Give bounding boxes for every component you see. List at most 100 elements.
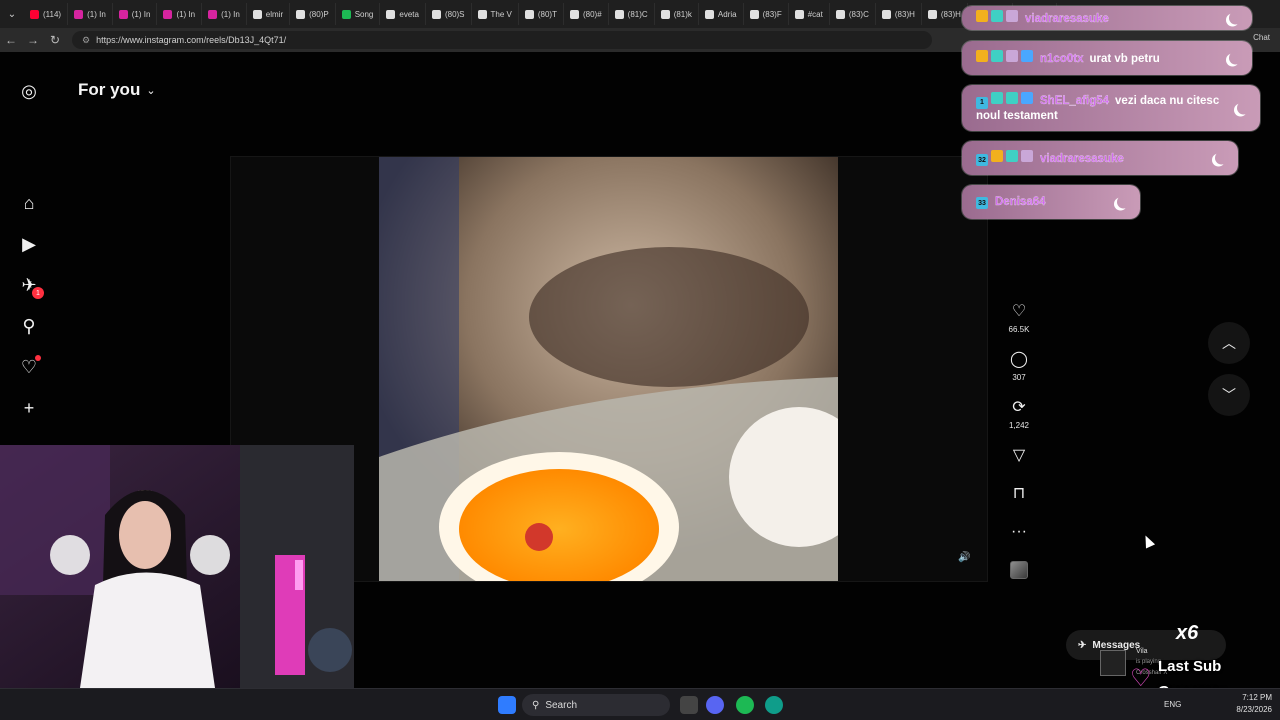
browser-tab[interactable]: (1) In [157,3,203,25]
chat-button[interactable]: Chat [1253,33,1270,42]
reload-icon[interactable]: ↻ [44,33,66,47]
language-indicator[interactable]: ENG [1164,700,1181,709]
discord-icon[interactable] [706,696,724,714]
tab-favicon-icon [431,9,441,19]
instagram-logo-icon[interactable]: ◎ [18,80,40,102]
browser-tab[interactable]: (80)P [290,3,336,25]
tab-label: (114) [43,9,62,19]
mute-icon[interactable]: 🔊 [958,552,972,566]
tab-favicon-icon [794,9,804,19]
browser-tab[interactable]: (1) In [68,3,113,25]
tab-favicon-icon [614,9,624,19]
moon-icon [1117,196,1130,209]
tab-label: (81)k [673,9,692,19]
browser-tab[interactable]: (80)T [519,3,564,25]
tab-favicon-icon [252,9,262,19]
feed-selector[interactable]: For you ⌄ [78,80,156,100]
repost-icon: ⟳ [1012,399,1026,416]
start-icon[interactable] [498,696,516,714]
browser-tab[interactable]: (81)k [655,3,699,25]
tab-label: (80)T [537,9,557,19]
create-icon[interactable]: + [18,397,40,419]
like-button[interactable]: ♡ 66.5K [1002,302,1036,334]
like-count: 66.5K [1008,325,1030,334]
bookmark-icon: ⊓ [1012,485,1026,502]
browser-tab[interactable]: #cat [789,3,830,25]
spotify-icon[interactable] [736,696,754,714]
tab-favicon-icon [524,9,534,19]
tab-label: (80)S [444,9,465,19]
chat-username[interactable]: viadraresasuke [1025,12,1109,24]
chat-message: viadraresasuke [962,6,1252,30]
browser-tab[interactable]: (80)S [426,3,472,25]
last-sub-widget: Vila is playing Crosshair X ♡ [1090,620,1280,692]
tab-label: (1) In [221,9,240,19]
url-text: https://www.instagram.com/reels/Db13J_4Q… [96,35,287,45]
chat-username[interactable]: Denisa64 [995,195,1046,207]
browser-tab[interactable]: (83)H [876,3,922,25]
moon-icon [1229,52,1242,65]
comment-icon: ◯ [1010,351,1028,368]
system-clock[interactable]: 7:12 PM 8/23/2026 [1236,692,1272,716]
reels-icon[interactable]: ▶ [18,233,40,255]
audio-thumbnail[interactable] [1010,561,1028,579]
chat-badge-icon [1021,49,1033,62]
url-field[interactable]: ⚙ https://www.instagram.com/reels/Db13J_… [72,31,932,49]
browser-tab[interactable]: (83)H [922,3,968,25]
next-reel-button[interactable]: ﹀ [1208,374,1250,416]
browser-tab[interactable]: elmir [247,3,291,25]
chat-username[interactable]: viadraresasuke [1040,152,1124,164]
tab-label: (83)H [894,9,915,19]
tab-label: (83)F [762,9,782,19]
chat-username[interactable]: ShEL_afig54 [1040,95,1109,107]
forward-icon[interactable]: → [22,33,44,47]
reel-video[interactable] [379,157,838,581]
back-icon[interactable]: ← [0,33,22,47]
browser-tab[interactable]: (1) In [113,3,158,25]
more-options-button[interactable]: ··· [1002,522,1036,542]
screen: ⌄ (114) (1) In (1) In (1) In (1) In elmir (80)… [0,0,1280,720]
browser-tab[interactable]: The V [472,3,519,25]
last-sub-label: Last Sub [1158,658,1222,675]
tab-search-icon[interactable]: ⌄ [0,9,24,20]
file-explorer-icon[interactable] [680,696,698,714]
tab-label: (1) In [176,9,196,19]
save-button[interactable]: ⊓ [1002,484,1036,504]
browser-tab[interactable]: Adria [699,3,744,25]
taskbar-search[interactable]: ⚲ Search [522,694,670,716]
moon-icon [1215,152,1228,165]
now-playing-title: Vila [1136,648,1148,655]
site-info-icon[interactable]: ⚙ [82,35,90,46]
home-icon[interactable]: ⌂ [18,192,40,214]
comment-button[interactable]: ◯ 307 [1002,350,1036,382]
tab-label: Adria [717,9,737,19]
search-icon[interactable]: ⚲ [18,315,40,337]
browser-tab[interactable]: (83)F [744,3,789,25]
browser-tab[interactable]: (80)# [564,3,609,25]
repost-button[interactable]: ⟳ 1,242 [1002,398,1036,430]
tab-favicon-icon [477,9,487,19]
reels-icon-glyph: ▶ [22,233,36,254]
chat-username[interactable]: n1co0tx [1040,52,1084,64]
browser-tab[interactable]: (81)C [609,3,655,25]
browser-tab[interactable]: Song [336,3,381,25]
tab-label: (83)C [848,9,869,19]
browser-tab[interactable]: (1) In [202,3,247,25]
notifications-heart-icon[interactable]: ♡ [18,355,41,378]
share-icon: ▽ [1012,447,1026,464]
tab-favicon-icon [835,9,845,19]
messages-icon[interactable]: ✈ 1 [18,274,44,299]
previous-reel-button[interactable]: ︿ [1208,322,1250,364]
edge-icon[interactable] [765,696,783,714]
browser-tab[interactable]: (83)C [830,3,876,25]
browser-tab[interactable]: eveta [380,3,426,25]
tab-label: (1) In [131,9,151,19]
search-icon: ⚲ [532,699,540,711]
browser-tab[interactable]: (114) [24,3,69,25]
tab-favicon-icon [749,9,759,19]
tab-label: eveta [399,9,419,19]
tab-favicon-icon [208,9,218,19]
notification-dot [35,355,41,361]
share-button[interactable]: ▽ [1002,446,1036,466]
chat-badge-icon [991,92,1003,104]
